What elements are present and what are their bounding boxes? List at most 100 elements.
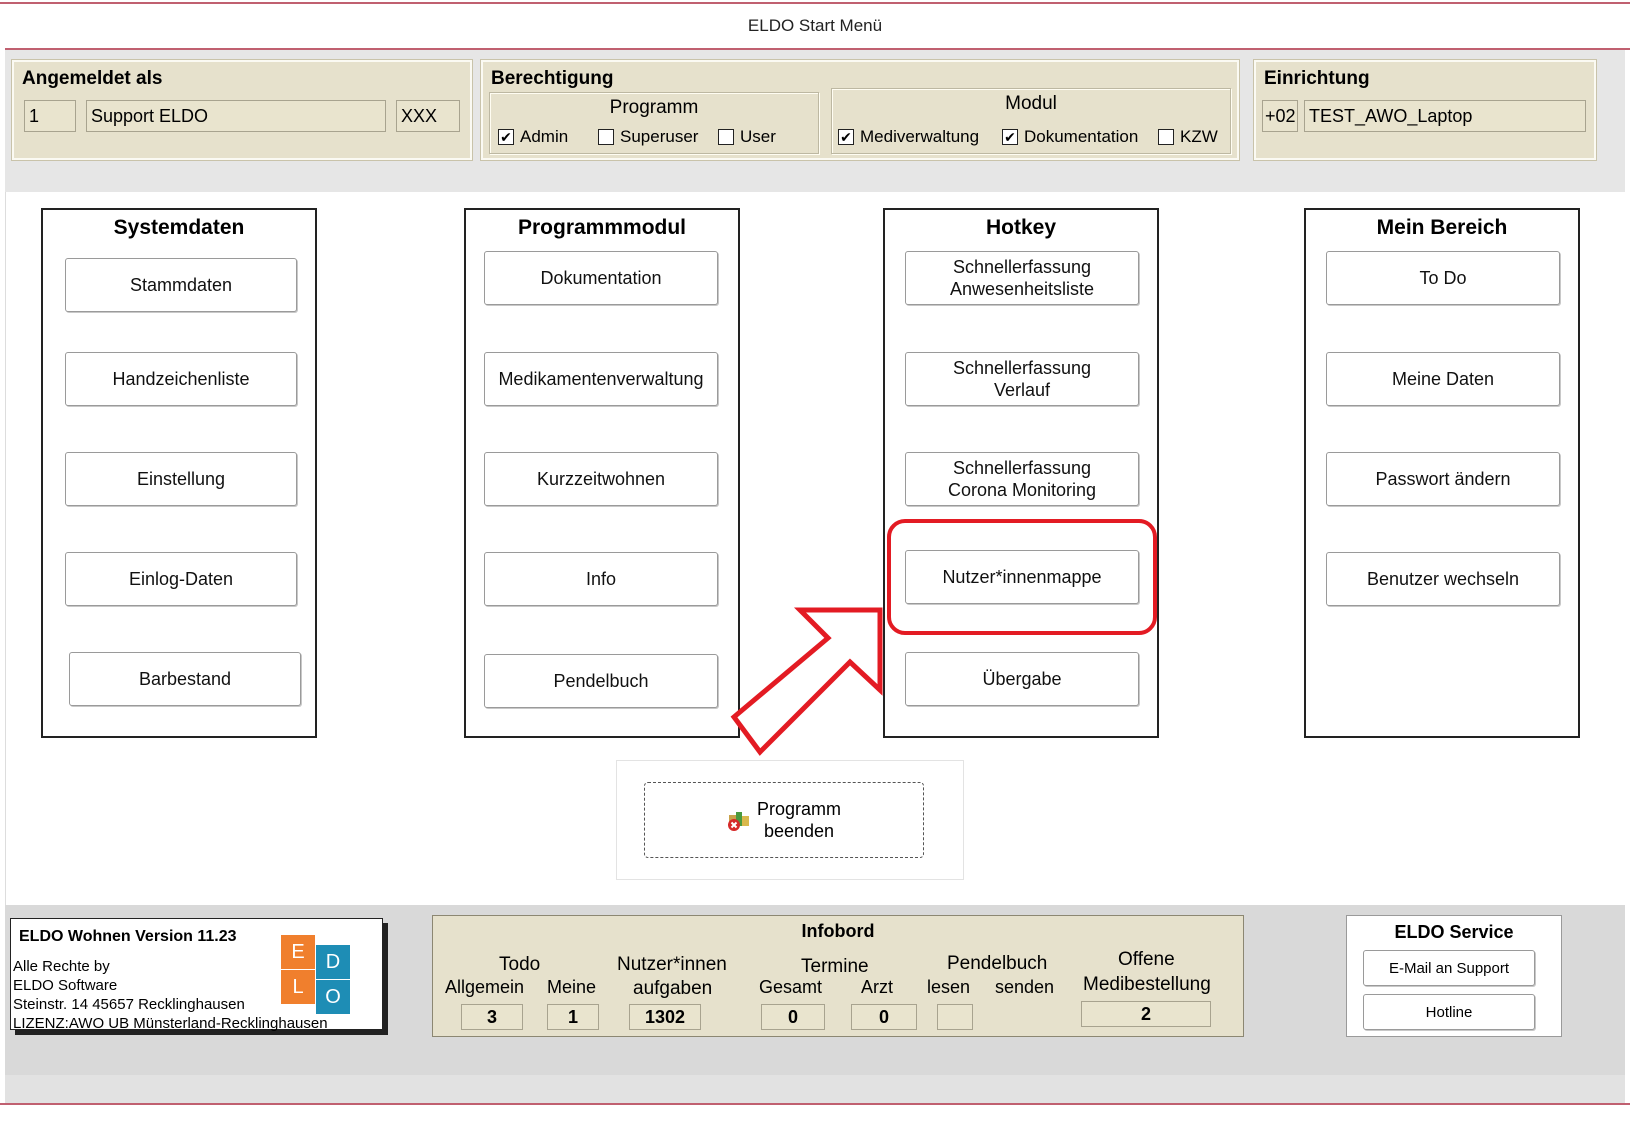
handzeichenliste-button[interactable]: Handzeichenliste: [65, 352, 297, 406]
todo-meine-value[interactable]: 1: [547, 1004, 599, 1030]
button-line-2: Verlauf: [993, 380, 1051, 400]
facility-code-field[interactable]: +02: [1262, 100, 1298, 132]
service-title: ELDO Service: [1394, 922, 1514, 942]
service-panel: ELDO Service E-Mail an Support Hotline: [1346, 915, 1562, 1037]
button-line-2: Anwesenheitsliste: [949, 279, 1095, 299]
benutzer-wechseln-button[interactable]: Benutzer wechseln: [1326, 552, 1560, 606]
version-label: ELDO Wohnen Version 11.23: [19, 928, 237, 945]
email-support-button[interactable]: E-Mail an Support: [1363, 950, 1535, 986]
login-panel-title: Angemeldet als: [22, 68, 163, 89]
facility-panel: Einrichtung +02 TEST_AWO_Laptop: [1254, 60, 1596, 160]
user-checkbox[interactable]: User: [718, 127, 776, 147]
schnellerfassung-corona-monitoring-button[interactable]: Schnellerfassung Corona Monitoring: [905, 452, 1139, 506]
programmmodul-title: Programmmodul: [517, 216, 687, 239]
nutzer-aufgaben-value[interactable]: 1302: [629, 1004, 701, 1030]
einlog-daten-button[interactable]: Einlog-Daten: [65, 552, 297, 606]
einstellung-button[interactable]: Einstellung: [65, 452, 297, 506]
medibestellung-line-1: Offene: [1118, 949, 1175, 970]
mediverwaltung-checkbox[interactable]: ✔ Mediverwaltung: [838, 127, 979, 147]
termine-title: Termine: [801, 956, 869, 977]
info-button[interactable]: Info: [484, 552, 718, 606]
termine-gesamt-value[interactable]: 0: [761, 1004, 825, 1030]
user-label: User: [740, 127, 776, 146]
schnellerfassung-verlauf-button[interactable]: Schnellerfassung Verlauf: [905, 352, 1139, 406]
button-line-1: Schnellerfassung: [952, 358, 1092, 378]
hotline-button[interactable]: Hotline: [1363, 994, 1535, 1030]
nutzer-aufgaben-line-2: aufgaben: [633, 978, 713, 999]
nutzerinnenmappe-button[interactable]: Nutzer*innenmappe: [905, 550, 1139, 604]
admin-label: Admin: [520, 127, 569, 146]
permission-panel-title: Berechtigung: [491, 68, 614, 89]
termine-arzt-label: Arzt: [861, 977, 894, 997]
checkbox-unchecked-icon: [598, 129, 614, 145]
uebergabe-button[interactable]: Übergabe: [905, 652, 1139, 706]
user-id-field[interactable]: 1: [24, 100, 76, 132]
admin-checkbox[interactable]: ✔ Admin: [498, 127, 568, 147]
pendelbuch-button[interactable]: Pendelbuch: [484, 654, 718, 708]
facility-panel-title: Einrichtung: [1264, 68, 1370, 89]
license-line-3: Steinstr. 14 45657 Recklinghausen: [13, 996, 245, 1013]
passwort-aendern-button[interactable]: Passwort ändern: [1326, 452, 1560, 506]
mediverwaltung-label: Mediverwaltung: [860, 127, 980, 146]
exit-label-line-2: beenden: [763, 821, 835, 841]
login-panel: Angemeldet als 1 Support ELDO XXX: [12, 60, 472, 160]
checkbox-checked-icon: ✔: [838, 129, 854, 145]
todo-allgemein-label: Allgemein: [445, 977, 525, 997]
schnellerfassung-anwesenheitsliste-button[interactable]: Schnellerfassung Anwesenheitsliste: [905, 251, 1139, 305]
dokumentation-button[interactable]: Dokumentation: [484, 251, 718, 305]
medibestellung-line-2: Medibestellung: [1083, 974, 1211, 995]
dokumentation-label: Dokumentation: [1024, 127, 1139, 146]
todo-button[interactable]: To Do: [1326, 251, 1560, 305]
exit-program-icon: [727, 812, 749, 831]
bottom-strip: [5, 1075, 1625, 1103]
program-permission-group: Programm ✔ Admin Superuser User: [489, 92, 819, 154]
checkbox-checked-icon: ✔: [498, 129, 514, 145]
systemdaten-title: Systemdaten: [113, 216, 245, 239]
kurzzeitwohnen-button[interactable]: Kurzzeitwohnen: [484, 452, 718, 506]
module-permission-group: Modul ✔ Mediverwaltung ✔ Dokumentation K…: [831, 88, 1231, 154]
license-line-2: ELDO Software: [13, 977, 118, 994]
license-line-1: Alle Rechte by: [13, 958, 110, 975]
user-name-field[interactable]: Support ELDO: [86, 100, 386, 132]
checkbox-checked-icon: ✔: [1002, 129, 1018, 145]
barbestand-button[interactable]: Barbestand: [69, 652, 301, 706]
nutzer-aufgaben-line-1: Nutzer*innen: [617, 954, 727, 975]
eldo-logo-l: L: [281, 970, 315, 1004]
todo-allgemein-value[interactable]: 3: [461, 1004, 523, 1030]
button-line-1: Schnellerfassung: [952, 257, 1092, 277]
user-code-field[interactable]: XXX: [396, 100, 460, 132]
pendelbuch-value[interactable]: [937, 1004, 973, 1030]
meine-daten-button[interactable]: Meine Daten: [1326, 352, 1560, 406]
pendelbuch-senden-label: senden: [995, 977, 1055, 997]
checkbox-unchecked-icon: [718, 129, 734, 145]
stammdaten-button[interactable]: Stammdaten: [65, 258, 297, 312]
infobord-panel: Infobord Todo Allgemein Meine 3 1 Nutzer…: [432, 915, 1244, 1037]
mein-bereich-title: Mein Bereich: [1376, 216, 1508, 239]
dokumentation-checkbox[interactable]: ✔ Dokumentation: [1002, 127, 1138, 147]
infobord-title: Infobord: [801, 921, 875, 941]
exit-label-line-1: Programm: [756, 799, 841, 819]
program-group-title: Programm: [609, 97, 699, 118]
module-group-title: Modul: [1005, 93, 1057, 114]
eldo-logo-e: E: [281, 935, 315, 969]
pendelbuch-lesen-label: lesen: [927, 977, 971, 997]
window-title: ELDO Start Menü: [0, 4, 1630, 48]
checkbox-unchecked-icon: [1158, 129, 1174, 145]
eldo-logo-d: D: [316, 945, 350, 979]
exit-program-button[interactable]: Programm beenden: [644, 782, 924, 858]
termine-gesamt-label: Gesamt: [759, 977, 823, 997]
permission-panel: Berechtigung Programm ✔ Admin Superuser …: [481, 60, 1239, 160]
facility-name-field[interactable]: TEST_AWO_Laptop: [1304, 100, 1586, 132]
medikamentenverwaltung-button[interactable]: Medikamentenverwaltung: [484, 352, 718, 406]
medibestellung-value[interactable]: 2: [1081, 1001, 1211, 1027]
termine-arzt-value[interactable]: 0: [851, 1004, 917, 1030]
license-box: ELDO Wohnen Version 11.23 Alle Rechte by…: [10, 918, 383, 1032]
button-line-1: Schnellerfassung: [952, 458, 1092, 478]
hotkey-title: Hotkey: [985, 216, 1057, 239]
pendelbuch-title: Pendelbuch: [947, 953, 1048, 974]
kzw-label: KZW: [1180, 127, 1218, 146]
eldo-logo-o: O: [316, 980, 350, 1014]
kzw-checkbox[interactable]: KZW: [1158, 127, 1218, 147]
superuser-checkbox[interactable]: Superuser: [598, 127, 698, 147]
superuser-label: Superuser: [620, 127, 699, 146]
